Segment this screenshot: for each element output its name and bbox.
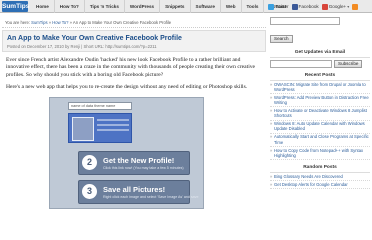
random-posts-list: Bing Glossary Needs Are Discovered Get D… — [270, 173, 370, 190]
chevron-down-icon: ▾ — [347, 4, 350, 9]
breadcrumb-item-category[interactable]: How To? — [52, 20, 68, 25]
social-facebook[interactable]: Facebook — [291, 3, 319, 10]
social-links: Twitter Facebook Google+ ▾ — [268, 1, 359, 12]
main-content: You are here: SumTips » How To? » An App… — [2, 18, 266, 209]
step-subtitle: Click this link now! (You may take a few… — [103, 165, 184, 170]
main-nav: Home How To? Tips 'n Tricks WordPress Sn… — [31, 0, 292, 13]
breadcrumb-separator: » — [48, 20, 52, 25]
post-paragraph: Here's a new web app that helps you to r… — [6, 84, 248, 91]
step-number-badge: 3 — [82, 183, 97, 199]
nav-item-snippets[interactable]: Snippets — [159, 0, 189, 13]
step-title: Save all Pictures! — [103, 184, 166, 194]
breadcrumb-separator: » — [69, 20, 72, 25]
subscribe-row: Subscribe — [270, 60, 370, 68]
list-item[interactable]: How to Activate or Deactivate Windows 8 … — [270, 107, 370, 121]
search-button-row: Search — [270, 27, 370, 45]
social-rss[interactable] — [352, 3, 359, 10]
list-item[interactable]: OWASCIN: Migrate Site from Drupal or Joo… — [270, 81, 370, 95]
nav-item-home[interactable]: Home — [31, 0, 54, 13]
nav-item-tools[interactable]: Tools — [240, 0, 264, 13]
social-twitter-label: Twitter — [275, 4, 289, 9]
list-item[interactable]: Bing Glossary Needs Are Discovered — [270, 173, 370, 182]
step-get-profile: 2 Get the New Profile! Click this link n… — [78, 150, 190, 175]
random-posts-title: Random Posts — [270, 164, 370, 174]
search-input[interactable] — [270, 17, 340, 25]
google-plus-icon — [321, 3, 328, 10]
post-paragraph: Ever since French artist Alexandre Oudin… — [6, 57, 256, 78]
search-button[interactable]: Search — [270, 35, 293, 43]
app-name-field: name of data theme name — [68, 101, 132, 110]
social-twitter[interactable]: Twitter — [268, 3, 289, 10]
app-screenshot-image: name of data theme name 2 Get the New Pr… — [49, 96, 204, 209]
email-updates-title: Get Updates via Email — [270, 49, 370, 58]
breadcrumb: You are here: SumTips » How To? » An App… — [2, 18, 266, 28]
breadcrumb-item-current: An App to Make Your Own Creative Faceboo… — [72, 20, 172, 25]
top-navigation-bar: SumTips Home How To? Tips 'n Tricks Word… — [0, 0, 372, 13]
step-subtitle: Right click each image and select 'Save … — [103, 194, 199, 199]
social-facebook-label: Facebook — [298, 4, 319, 9]
list-item[interactable]: Automatically Start and Close Programs a… — [270, 134, 370, 148]
step-title: Get the New Profile! — [103, 155, 175, 165]
subscribe-button[interactable]: Subscribe — [334, 60, 363, 68]
recent-posts-title: Recent Posts — [270, 72, 370, 81]
nav-item-web[interactable]: Web — [219, 0, 241, 13]
list-item[interactable]: WordPress: Add Preview Button in Distrac… — [270, 94, 370, 108]
post-header: An App to Make Your Own Creative Faceboo… — [2, 30, 266, 52]
recent-posts-list: OWASCIN: Migrate Site from Drupal or Joo… — [270, 81, 370, 161]
breadcrumb-item-home[interactable]: SumTips — [31, 20, 47, 25]
list-item[interactable]: Windows 8: Auto Update Calendar with Win… — [270, 121, 370, 134]
post-meta: Posted on December 17, 2010 by Renji | S… — [7, 44, 157, 49]
profile-preview-card — [68, 112, 132, 143]
twitter-icon — [268, 3, 274, 10]
social-google-plus[interactable]: Google+ ▾ — [321, 3, 350, 10]
step-save-pictures: 3 Save all Pictures! Right click each im… — [78, 179, 198, 204]
sidebar: Search Get Updates via Email Subscribe R… — [270, 17, 370, 190]
nav-item-tips-n-tricks[interactable]: Tips 'n Tricks — [83, 0, 124, 13]
post-body: Ever since French artist Alexandre Oudin… — [2, 52, 266, 209]
site-logo[interactable]: SumTips — [2, 1, 29, 12]
social-google-plus-label: Google+ — [328, 4, 347, 9]
list-item[interactable]: Get Desktop Alerts for Google Calendar — [270, 181, 370, 190]
facebook-icon — [291, 3, 298, 10]
nav-item-software[interactable]: Software — [189, 0, 220, 13]
step-number-badge: 2 — [82, 154, 97, 170]
email-field[interactable] — [270, 60, 332, 68]
breadcrumb-prefix: You are here: — [5, 20, 30, 25]
search-row — [270, 17, 370, 25]
nav-item-how-to[interactable]: How To? — [53, 0, 84, 13]
nav-item-wordpress[interactable]: WordPress — [123, 0, 159, 13]
profile-photo-placeholder — [72, 116, 94, 141]
profile-text-lines — [97, 118, 129, 134]
list-item[interactable]: How to Copy Code from Notepad++ with Syn… — [270, 147, 370, 161]
post-title[interactable]: An App to Make Your Own Creative Faceboo… — [7, 34, 261, 43]
rss-icon — [352, 3, 359, 10]
